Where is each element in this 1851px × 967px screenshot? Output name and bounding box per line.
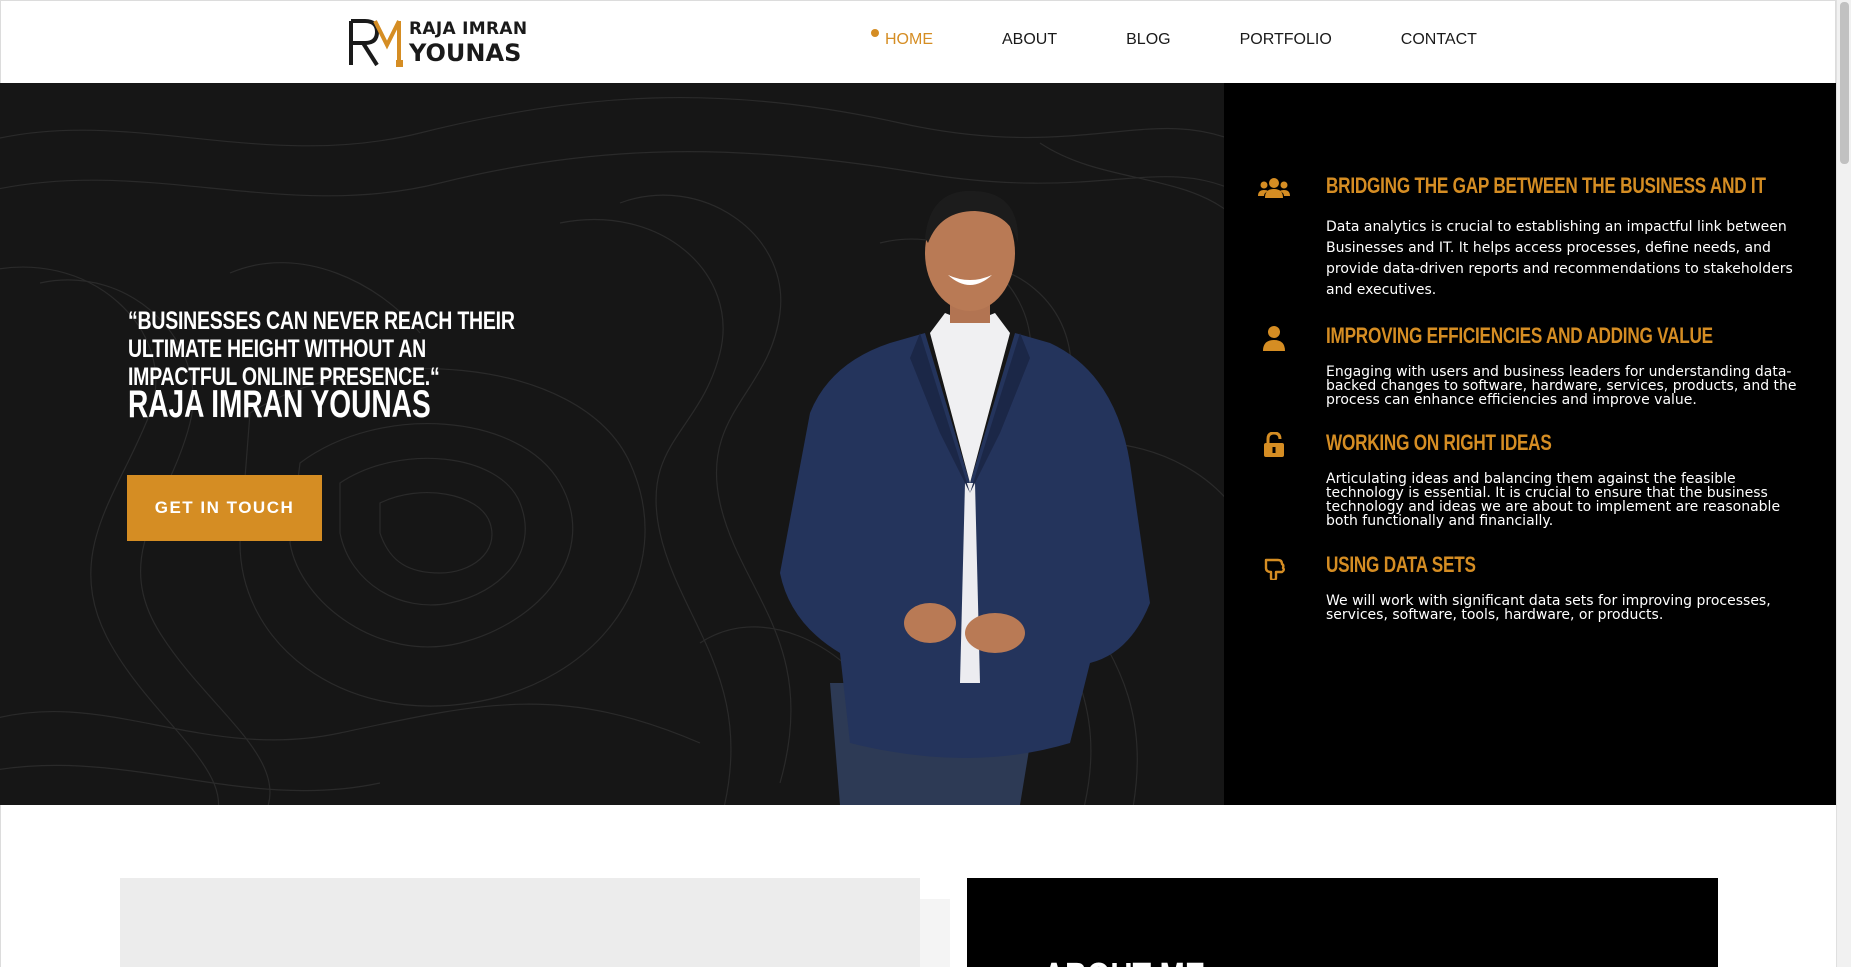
active-dot-icon xyxy=(871,29,879,37)
about-image-shadow xyxy=(920,899,950,967)
feature-title: USING DATA SETS xyxy=(1326,552,1476,577)
site-logo[interactable]: RAJA IMRAN YOUNAS xyxy=(347,15,527,71)
hero-quote: “BUSINESSES CAN NEVER REACH THEIR ULTIMA… xyxy=(128,307,515,391)
unlock-icon xyxy=(1256,430,1292,460)
logo-line-2: YOUNAS xyxy=(409,39,522,67)
nav-home-label: HOME xyxy=(885,31,933,48)
about-card: ABOUT ME xyxy=(967,878,1718,967)
main-nav: HOME ABOUT BLOG PORTFOLIO CONTACT xyxy=(871,29,1546,49)
get-in-touch-button[interactable]: GET IN TOUCH xyxy=(127,475,322,541)
about-section: ABOUT ME xyxy=(0,805,1836,967)
feature-title: WORKING ON RIGHT IDEAS xyxy=(1326,430,1552,455)
feature-title: BRIDGING THE GAP BETWEEN THE BUSINESS AN… xyxy=(1326,173,1766,198)
nav-blog[interactable]: BLOG xyxy=(1126,31,1170,49)
scrollbar-thumb[interactable] xyxy=(1840,2,1849,164)
feature-text: Data analytics is crucial to establishin… xyxy=(1326,219,1793,298)
logo-monogram-icon xyxy=(349,19,403,67)
feature-text: Engaging with users and business leaders… xyxy=(1326,364,1797,408)
site-header: RAJA IMRAN YOUNAS HOME ABOUT BLOG PORTFO… xyxy=(0,0,1836,83)
hero-left-panel: “BUSINESSES CAN NEVER REACH THEIR ULTIMA… xyxy=(0,83,1224,805)
portrait-image xyxy=(780,190,1150,805)
feature-text: Articulating ideas and balancing them ag… xyxy=(1326,471,1781,529)
nav-portfolio-label: PORTFOLIO xyxy=(1239,31,1332,48)
logo-line-1: RAJA IMRAN xyxy=(409,19,528,39)
hand-pointer-icon xyxy=(1256,552,1292,582)
nav-about-label: ABOUT xyxy=(1002,31,1058,48)
nav-contact[interactable]: CONTACT xyxy=(1401,31,1477,49)
users-icon xyxy=(1256,173,1292,203)
feature-title: IMPROVING EFFICIENCIES AND ADDING VALUE xyxy=(1326,323,1713,348)
nav-home[interactable]: HOME xyxy=(871,29,933,49)
feature-text: We will work with significant data sets … xyxy=(1326,593,1771,623)
nav-about[interactable]: ABOUT xyxy=(1002,31,1057,49)
about-heading: ABOUT ME xyxy=(1043,956,1205,967)
nav-blog-label: BLOG xyxy=(1126,31,1171,48)
page-scrollbar[interactable] xyxy=(1836,0,1851,967)
about-image-placeholder xyxy=(120,878,920,967)
nav-portfolio[interactable]: PORTFOLIO xyxy=(1240,31,1332,49)
hero-name: RAJA IMRAN YOUNAS xyxy=(128,383,431,426)
logo-text: RAJA IMRAN YOUNAS xyxy=(409,19,528,67)
hero-section: “BUSINESSES CAN NEVER REACH THEIR ULTIMA… xyxy=(0,83,1836,805)
nav-contact-label: CONTACT xyxy=(1400,31,1477,48)
user-icon xyxy=(1256,323,1292,353)
